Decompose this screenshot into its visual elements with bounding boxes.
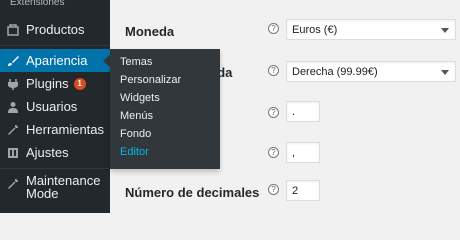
products-icon [0, 23, 26, 36]
admin-sidebar: Extensiones Productos Apariencia Plugins… [0, 0, 110, 213]
settings-icon [0, 147, 26, 159]
setting-row-moneda: Moneda ? Euros (€) [110, 14, 460, 54]
thousands-separator-input[interactable]: . [286, 101, 320, 122]
submenu-item-widgets[interactable]: Widgets [110, 89, 220, 107]
moneda-select-value: Euros (€) [292, 23, 338, 36]
sidebar-item-label: Plugins [26, 76, 69, 91]
sidebar-item-label: Usuarios [26, 99, 78, 114]
sidebar-item-maintenance-mode[interactable]: Maintenance Mode [0, 174, 110, 206]
wrench-icon [0, 124, 26, 136]
submenu-item-menus[interactable]: Menús [110, 107, 220, 125]
sidebar-item-apariencia[interactable]: Apariencia [0, 49, 110, 72]
paintbrush-icon [0, 55, 26, 67]
help-icon[interactable]: ? [268, 147, 279, 158]
sidebar-item-usuarios[interactable]: Usuarios [0, 95, 110, 118]
sidebar-item-label: Apariencia [26, 53, 88, 68]
setting-row-decimales: Número de decimales ? 2 [110, 180, 460, 220]
maintenance-icon [0, 174, 26, 190]
sidebar-item-plugins[interactable]: Plugins 1 [0, 72, 110, 95]
posicion-select-value: Derecha (99.99€) [292, 65, 378, 78]
posicion-select[interactable]: Derecha (99.99€) [286, 61, 456, 82]
help-icon[interactable]: ? [268, 23, 279, 34]
user-icon [0, 101, 26, 113]
sidebar-item-herramientas[interactable]: Herramientas [0, 118, 110, 141]
help-icon[interactable]: ? [268, 65, 279, 76]
sidebar-item-label: Ajustes [26, 145, 69, 160]
sidebar-separator [0, 168, 110, 169]
submenu-item-fondo[interactable]: Fondo [110, 125, 220, 143]
submenu-item-personalizar[interactable]: Personalizar [110, 71, 220, 89]
sidebar-item-productos[interactable]: Productos [0, 18, 110, 41]
moneda-select[interactable]: Euros (€) [286, 19, 456, 40]
help-icon[interactable]: ? [268, 184, 279, 195]
submenu-item-editor[interactable]: Editor [110, 143, 220, 161]
decimals-input[interactable]: 2 [286, 180, 320, 201]
sidebar-separator [0, 45, 110, 46]
sidebar-item-label: Productos [26, 22, 85, 37]
update-count-badge: 1 [73, 77, 86, 90]
help-icon[interactable]: ? [268, 107, 279, 118]
sidebar-item-label: Maintenance Mode [26, 173, 101, 201]
moneda-label: Moneda [125, 24, 175, 39]
sidebar-item-ajustes[interactable]: Ajustes [0, 141, 110, 164]
sidebar-item-extensiones[interactable]: Extensiones [10, 0, 64, 8]
sidebar-item-label: Herramientas [26, 122, 105, 137]
decimal-separator-input[interactable]: , [286, 142, 320, 163]
submenu-item-temas[interactable]: Temas [110, 53, 220, 71]
plugin-icon [0, 78, 26, 90]
decimales-label: Número de decimales [125, 185, 260, 200]
appearance-submenu: Temas Personalizar Widgets Menús Fondo E… [110, 49, 220, 169]
